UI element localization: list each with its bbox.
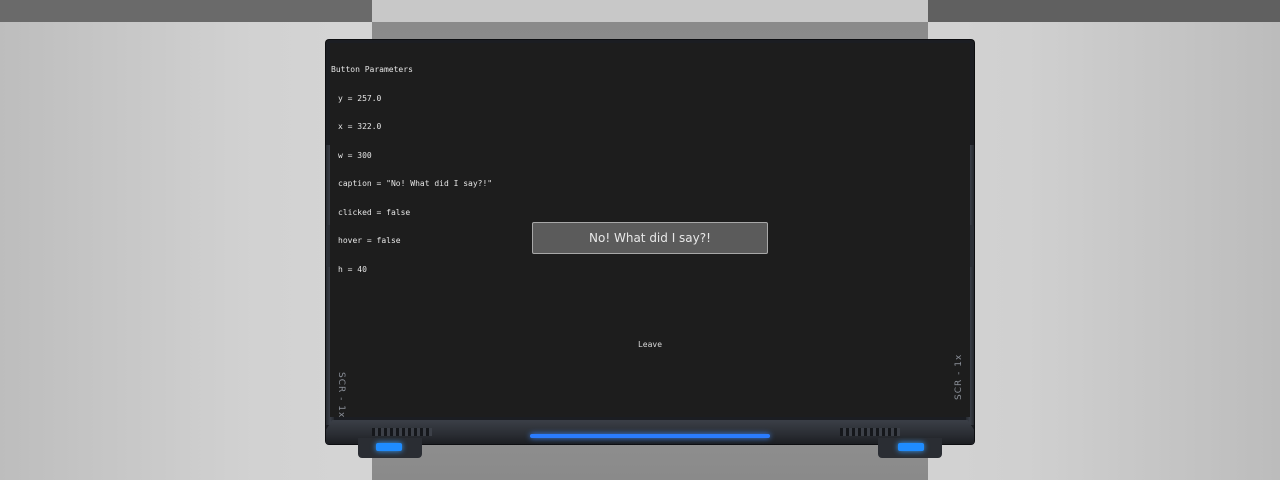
ceiling-panel-left	[0, 0, 372, 22]
caption-button[interactable]: No! What did I say?!	[532, 222, 768, 254]
debug-line-h: h = 40	[338, 264, 367, 274]
debug-line-w: w = 300	[338, 150, 372, 160]
ceiling-panel-right	[928, 0, 1280, 22]
debug-title: Button Parameters	[331, 65, 413, 74]
foot-light-left	[376, 443, 402, 451]
ceiling-panel-center	[372, 0, 928, 22]
vent-grille-right	[840, 428, 900, 436]
debug-line-clicked: clicked = false	[338, 207, 411, 217]
model-label-right: SCR - 1x	[954, 353, 964, 400]
model-label-left: SCR - 1x	[336, 372, 346, 419]
debug-line-caption: caption = "No! What did I say?!"	[338, 179, 493, 188]
vent-grille-left	[372, 428, 432, 436]
foot-light-right	[898, 443, 924, 451]
leave-button[interactable]: Leave	[630, 340, 670, 349]
debug-line-hover: hover = false	[338, 236, 401, 245]
status-light-bar	[530, 434, 770, 438]
debug-line-y: y = 257.0	[338, 93, 382, 103]
debug-line-x: x = 322.0	[338, 122, 382, 131]
debug-panel: Button Parameters y = 257.0 x = 322.0 w …	[331, 46, 492, 284]
caption-button-label: No! What did I say?!	[589, 231, 711, 245]
